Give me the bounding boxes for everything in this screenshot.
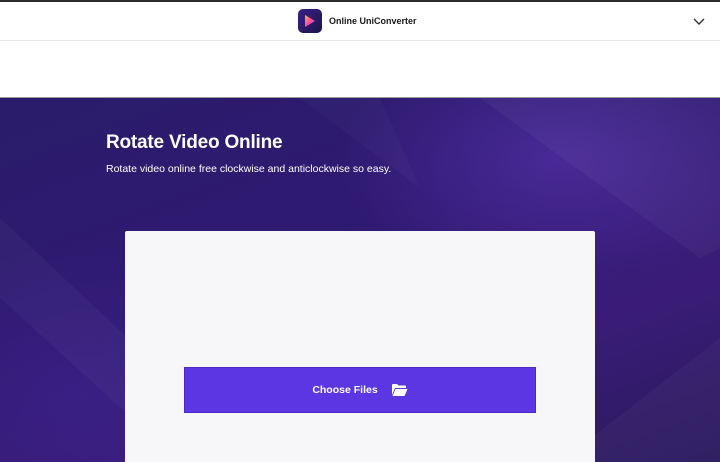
chevron-down-icon bbox=[693, 13, 705, 31]
choose-files-button[interactable]: Choose Files bbox=[184, 367, 536, 413]
folder-open-icon bbox=[391, 383, 408, 397]
menu-toggle-button[interactable] bbox=[690, 13, 708, 31]
subnav-bar bbox=[0, 42, 720, 98]
hero-section: Rotate Video Online Rotate video online … bbox=[0, 98, 720, 462]
brand[interactable]: Online UniConverter bbox=[298, 9, 417, 33]
upload-panel[interactable]: Choose Files bbox=[125, 231, 595, 462]
site-header: Online UniConverter bbox=[0, 2, 720, 41]
choose-files-label: Choose Files bbox=[312, 384, 378, 396]
page-subtitle: Rotate video online free clockwise and a… bbox=[106, 163, 392, 175]
brand-name: Online UniConverter bbox=[329, 16, 417, 26]
uniconverter-logo-icon bbox=[298, 9, 322, 33]
page-title: Rotate Video Online bbox=[106, 132, 283, 153]
